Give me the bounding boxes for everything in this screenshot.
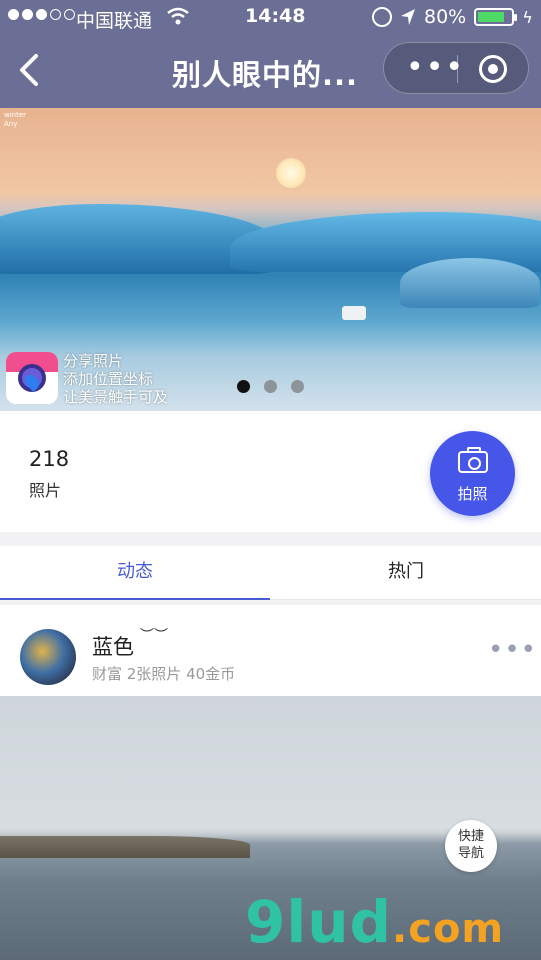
post-username[interactable]: 蓝色 (92, 631, 134, 661)
miniprogram-capsule: ••• (383, 42, 529, 94)
take-photo-button[interactable]: 拍照 (430, 431, 515, 516)
post-more-button[interactable]: ••• (488, 637, 537, 663)
rotation-lock-icon (372, 7, 392, 27)
photo-count-label: 照片 (29, 481, 62, 500)
banner-carousel[interactable]: winter Any 分享照片 添加位置坐标 让美景触手可及 (0, 108, 541, 411)
photo-shoreline (0, 836, 250, 858)
tab-activity[interactable]: 动态 (0, 546, 270, 600)
photo-count: 218 (29, 447, 70, 471)
banner-ice (400, 258, 540, 308)
site-watermark: 9lud.com (245, 888, 505, 956)
photo-count-card: 218 照片 拍照 (0, 411, 541, 532)
camera-icon (458, 447, 488, 473)
avatar[interactable] (20, 629, 76, 685)
username-ornament: ︶︶ (140, 628, 168, 644)
charging-icon: ϟ (522, 7, 533, 27)
carousel-dot[interactable] (237, 380, 250, 393)
carousel-dot[interactable] (291, 380, 304, 393)
status-time: 14:48 (245, 5, 306, 27)
feed-tabs: 动态 热门 (0, 546, 541, 600)
banner-car (342, 306, 366, 320)
quick-nav-button[interactable]: 快捷 导航 (445, 820, 497, 872)
carousel-indicator (237, 380, 304, 393)
capsule-divider (457, 55, 458, 83)
battery-icon (474, 8, 518, 26)
close-miniprogram-button[interactable] (479, 55, 507, 83)
post-meta: 财富 2张照片 40金币 (92, 665, 236, 683)
take-photo-label: 拍照 (457, 485, 488, 503)
carousel-dot[interactable] (264, 380, 277, 393)
top-bar: 中国联通 14:48 80% ϟ 别人眼中的... ••• (0, 0, 541, 108)
back-arrow-icon[interactable] (14, 52, 44, 88)
status-bar: 中国联通 14:48 80% ϟ (0, 0, 541, 36)
promo-text: 分享照片 添加位置坐标 让美景触手可及 (63, 352, 169, 406)
battery-percent: 80% (424, 6, 467, 28)
carrier-name: 中国联通 (76, 10, 153, 32)
share-photo-app-icon[interactable] (6, 352, 58, 404)
tab-popular[interactable]: 热门 (271, 546, 541, 600)
post-header: 蓝色 ︶︶ 财富 2张照片 40金币 ••• (0, 605, 541, 696)
wifi-icon (167, 7, 189, 25)
signal-strength-icon (8, 9, 75, 20)
banner-sun (276, 158, 306, 188)
banner-corner-text: winter Any (4, 111, 27, 128)
page-title: 别人眼中的... (172, 58, 359, 92)
location-arrow-icon (401, 9, 415, 25)
